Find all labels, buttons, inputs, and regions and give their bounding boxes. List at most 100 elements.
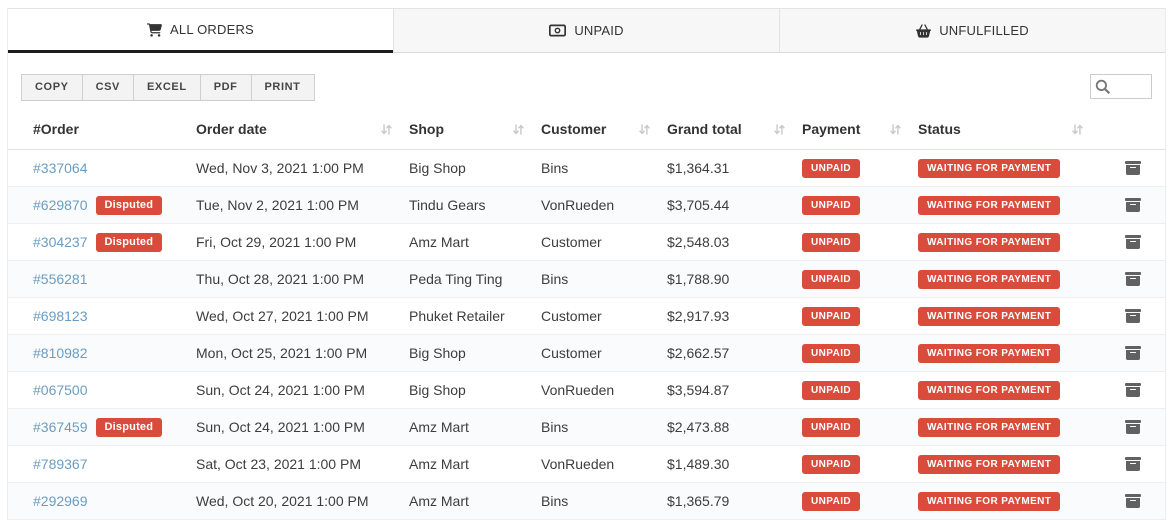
- orders-table: #Order Order date Shop Customer Grand to…: [8, 112, 1165, 520]
- column-header-actions: [1092, 112, 1165, 150]
- tab-label: UNFULFILLED: [939, 23, 1029, 38]
- customer-name: Customer: [533, 224, 659, 261]
- export-print-button[interactable]: PRINT: [252, 74, 315, 101]
- order-link[interactable]: #629870: [33, 197, 88, 213]
- shop-name: Amz Mart: [401, 224, 533, 261]
- customer-name: Bins: [533, 150, 659, 187]
- shop-name: Peda Ting Ting: [401, 261, 533, 298]
- order-date: Sat, Oct 23, 2021 1:00 PM: [188, 446, 401, 483]
- tab-all-orders[interactable]: ALL ORDERS: [8, 9, 393, 53]
- order-link[interactable]: #337064: [33, 160, 88, 176]
- customer-name: VonRueden: [533, 446, 659, 483]
- grand-total: $2,662.57: [659, 335, 794, 372]
- archive-order-button[interactable]: [1122, 306, 1144, 326]
- archive-order-button[interactable]: [1122, 232, 1144, 252]
- search-box: [1090, 74, 1152, 99]
- status-badge: WAITING FOR PAYMENT: [918, 270, 1060, 289]
- order-date: Wed, Nov 3, 2021 1:00 PM: [188, 150, 401, 187]
- archive-order-button[interactable]: [1122, 417, 1144, 437]
- order-link[interactable]: #292969: [33, 493, 88, 509]
- sort-icon[interactable]: [773, 123, 786, 136]
- column-header-shop[interactable]: Shop: [401, 112, 533, 150]
- table-row: #367459Disputed Sun, Oct 24, 2021 1:00 P…: [8, 409, 1165, 446]
- sort-icon[interactable]: [380, 123, 393, 136]
- order-link[interactable]: #067500: [33, 382, 88, 398]
- archive-order-button[interactable]: [1122, 343, 1144, 363]
- grand-total: $2,473.88: [659, 409, 794, 446]
- archive-icon: [1124, 345, 1142, 361]
- column-header-order[interactable]: #Order: [8, 112, 188, 150]
- table-row: #337064 Wed, Nov 3, 2021 1:00 PM Big Sho…: [8, 150, 1165, 187]
- table-row: #810982 Mon, Oct 25, 2021 1:00 PM Big Sh…: [8, 335, 1165, 372]
- table-row: #629870Disputed Tue, Nov 2, 2021 1:00 PM…: [8, 187, 1165, 224]
- sort-icon[interactable]: [1071, 123, 1084, 136]
- archive-order-button[interactable]: [1122, 195, 1144, 215]
- order-link[interactable]: #367459: [33, 419, 88, 435]
- tab-label: UNPAID: [574, 23, 623, 38]
- basket-icon: [916, 24, 931, 38]
- customer-name: VonRueden: [533, 187, 659, 224]
- payment-badge: UNPAID: [802, 492, 860, 511]
- status-badge: WAITING FOR PAYMENT: [918, 307, 1060, 326]
- grand-total: $2,548.03: [659, 224, 794, 261]
- archive-order-button[interactable]: [1122, 269, 1144, 289]
- archive-icon: [1124, 456, 1142, 472]
- table-row: #067500 Sun, Oct 24, 2021 1:00 PM Big Sh…: [8, 372, 1165, 409]
- status-badge: WAITING FOR PAYMENT: [918, 455, 1060, 474]
- customer-name: Bins: [533, 483, 659, 520]
- archive-order-button[interactable]: [1122, 158, 1144, 178]
- search-input[interactable]: [1091, 75, 1151, 98]
- order-link[interactable]: #304237: [33, 234, 88, 250]
- archive-icon: [1124, 419, 1142, 435]
- shop-name: Big Shop: [401, 150, 533, 187]
- status-badge: WAITING FOR PAYMENT: [918, 233, 1060, 252]
- column-header-payment[interactable]: Payment: [794, 112, 910, 150]
- column-header-status[interactable]: Status: [910, 112, 1092, 150]
- orders-panel: ALL ORDERS UNPAID UNFULFILLED COPY CSV E…: [7, 8, 1166, 520]
- export-excel-button[interactable]: EXCEL: [134, 74, 201, 101]
- sort-icon[interactable]: [638, 123, 651, 136]
- payment-badge: UNPAID: [802, 159, 860, 178]
- payment-badge: UNPAID: [802, 196, 860, 215]
- status-badge: WAITING FOR PAYMENT: [918, 492, 1060, 511]
- payment-badge: UNPAID: [802, 270, 860, 289]
- export-copy-button[interactable]: COPY: [21, 74, 83, 101]
- column-header-grand-total[interactable]: Grand total: [659, 112, 794, 150]
- column-header-customer[interactable]: Customer: [533, 112, 659, 150]
- status-badge: WAITING FOR PAYMENT: [918, 381, 1060, 400]
- order-date: Tue, Nov 2, 2021 1:00 PM: [188, 187, 401, 224]
- disputed-badge: Disputed: [96, 233, 163, 252]
- table-row: #556281 Thu, Oct 28, 2021 1:00 PM Peda T…: [8, 261, 1165, 298]
- order-date: Wed, Oct 20, 2021 1:00 PM: [188, 483, 401, 520]
- table-toolbar: COPY CSV EXCEL PDF PRINT: [8, 53, 1165, 112]
- cart-icon: [147, 23, 162, 37]
- order-link[interactable]: #698123: [33, 308, 88, 324]
- sort-icon[interactable]: [512, 123, 525, 136]
- payment-badge: UNPAID: [802, 344, 860, 363]
- order-link[interactable]: #810982: [33, 345, 88, 361]
- status-badge: WAITING FOR PAYMENT: [918, 344, 1060, 363]
- sort-icon[interactable]: [889, 123, 902, 136]
- payment-badge: UNPAID: [802, 307, 860, 326]
- export-csv-button[interactable]: CSV: [83, 74, 134, 101]
- table-header-row: #Order Order date Shop Customer Grand to…: [8, 112, 1165, 150]
- order-date: Sun, Oct 24, 2021 1:00 PM: [188, 372, 401, 409]
- customer-name: Customer: [533, 298, 659, 335]
- grand-total: $1,365.79: [659, 483, 794, 520]
- archive-order-button[interactable]: [1122, 454, 1144, 474]
- tab-bar: ALL ORDERS UNPAID UNFULFILLED: [8, 8, 1165, 53]
- tab-unfulfilled[interactable]: UNFULFILLED: [779, 9, 1165, 53]
- archive-icon: [1124, 234, 1142, 250]
- shop-name: Tindu Gears: [401, 187, 533, 224]
- tab-unpaid[interactable]: UNPAID: [393, 9, 779, 53]
- grand-total: $2,917.93: [659, 298, 794, 335]
- archive-order-button[interactable]: [1122, 491, 1144, 511]
- order-link[interactable]: #556281: [33, 271, 88, 287]
- order-link[interactable]: #789367: [33, 456, 88, 472]
- archive-icon: [1124, 493, 1142, 509]
- archive-icon: [1124, 197, 1142, 213]
- column-header-order-date[interactable]: Order date: [188, 112, 401, 150]
- export-pdf-button[interactable]: PDF: [201, 74, 252, 101]
- archive-order-button[interactable]: [1122, 380, 1144, 400]
- archive-icon: [1124, 271, 1142, 287]
